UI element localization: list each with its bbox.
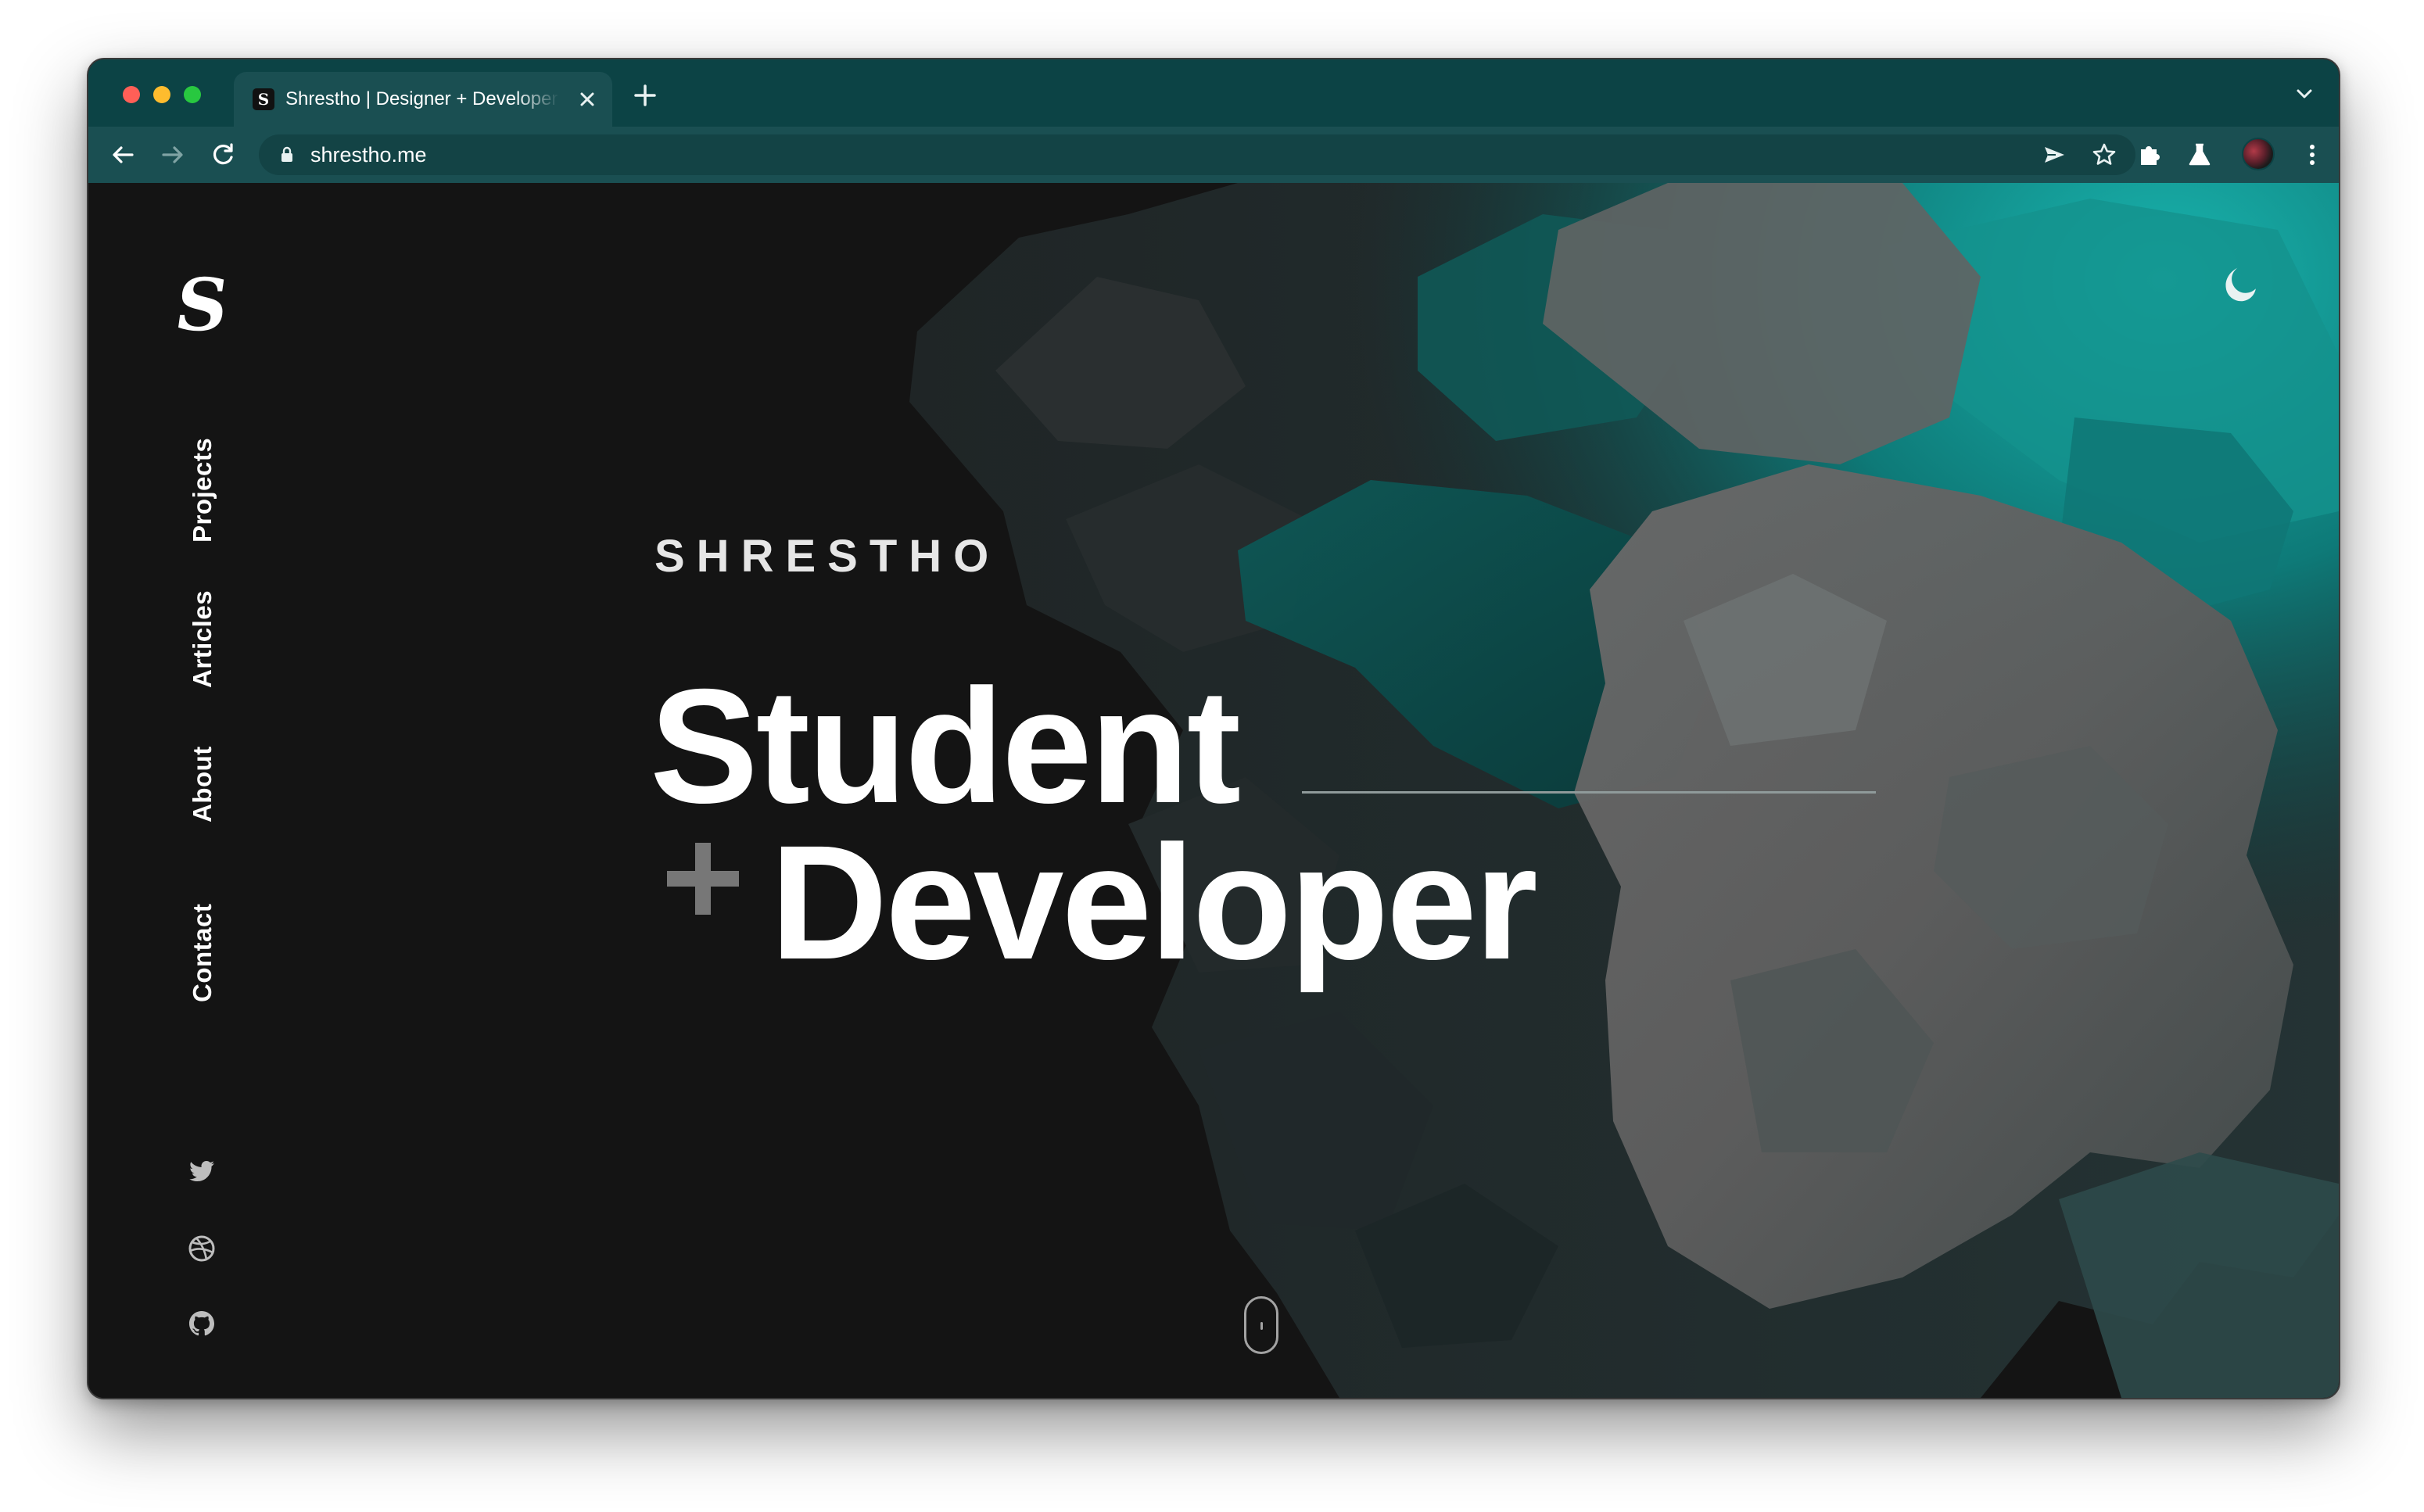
new-tab-button[interactable] xyxy=(628,78,662,113)
reload-icon xyxy=(213,143,233,165)
site-logo[interactable]: S xyxy=(170,263,234,347)
extensions-button[interactable] xyxy=(2134,139,2165,170)
profile-avatar[interactable] xyxy=(2242,138,2275,170)
headline-divider xyxy=(1302,791,1876,794)
flask-icon xyxy=(2189,143,2211,166)
chevron-down-icon xyxy=(2297,89,2312,99)
browser-toolbar: shrestho.me xyxy=(88,127,2339,185)
tab-strip: S Shrestho | Designer + Developer xyxy=(88,59,2339,127)
scroll-wheel-dot xyxy=(1260,1322,1263,1330)
plus-icon xyxy=(634,84,656,106)
moon-icon[interactable] xyxy=(2220,263,2264,306)
dribbble-icon[interactable] xyxy=(185,1232,218,1265)
minimize-window-button[interactable] xyxy=(153,86,170,103)
browser-window: S Shrestho | Designer + Developer shrest… xyxy=(87,58,2340,1399)
puzzle-piece-icon xyxy=(2141,146,2160,165)
twitter-icon[interactable] xyxy=(185,1155,218,1188)
more-vertical-icon xyxy=(2310,145,2315,165)
arrow-right-icon xyxy=(162,146,183,163)
hero-headline-line1: Student xyxy=(650,656,1241,837)
plus-icon xyxy=(667,843,739,915)
reload-button[interactable] xyxy=(207,139,238,170)
close-icon xyxy=(580,92,594,106)
url-text: shrestho.me xyxy=(310,143,427,167)
screenshot-stage: S Shrestho | Designer + Developer shrest… xyxy=(0,0,2424,1512)
back-button[interactable] xyxy=(107,139,138,170)
page-viewport: S Projects Articles About Contact SHREST… xyxy=(88,183,2339,1398)
tab-search-button[interactable] xyxy=(2290,80,2318,108)
lock-icon xyxy=(281,146,292,162)
arrow-left-icon xyxy=(113,146,134,163)
bookmark-star-icon[interactable] xyxy=(2090,141,2118,169)
forward-button[interactable] xyxy=(157,139,188,170)
address-bar[interactable]: shrestho.me xyxy=(259,134,2135,175)
nav-contact[interactable]: Contact xyxy=(188,904,217,1002)
chrome-menu-button[interactable] xyxy=(2297,139,2328,170)
nav-articles[interactable]: Articles xyxy=(188,590,217,688)
github-icon[interactable] xyxy=(185,1307,218,1340)
hero-headline-line2: Developer xyxy=(770,812,1538,994)
close-tab-button[interactable] xyxy=(575,87,600,112)
nav-projects[interactable]: Projects xyxy=(188,438,217,543)
scroll-down-indicator[interactable] xyxy=(1244,1296,1278,1354)
hero-eyebrow: SHRESTHO xyxy=(654,531,1001,582)
send-icon[interactable] xyxy=(2040,141,2068,169)
close-window-button[interactable] xyxy=(123,86,140,103)
tab-title: Shrestho | Designer + Developer xyxy=(285,88,558,109)
active-tab[interactable]: S Shrestho | Designer + Developer xyxy=(234,72,612,127)
nav-about[interactable]: About xyxy=(188,746,217,822)
labs-button[interactable] xyxy=(2184,139,2215,170)
zoom-window-button[interactable] xyxy=(184,86,201,103)
favicon-icon: S xyxy=(253,88,274,110)
